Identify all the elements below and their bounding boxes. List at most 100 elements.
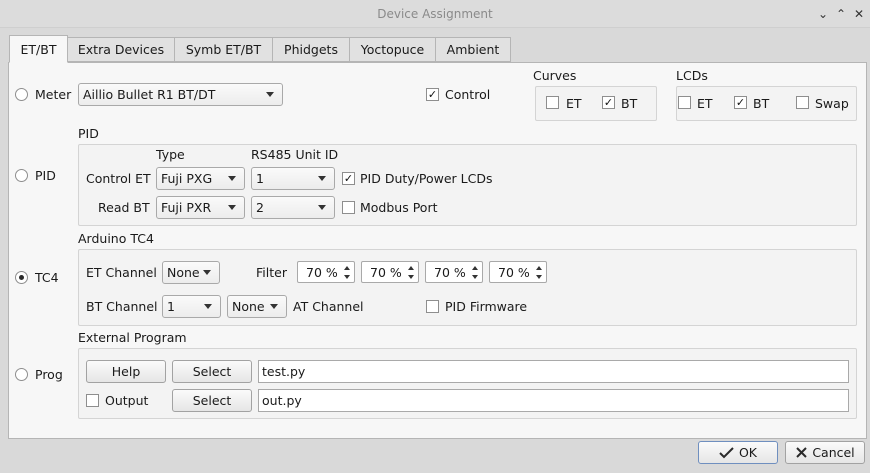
filter-2-spinbox[interactable]: 70 %	[361, 261, 419, 283]
bt-channel-select[interactable]: 1	[162, 295, 221, 318]
output-label: Output	[105, 393, 149, 408]
tab-symb-et-bt[interactable]: Symb ET/BT	[174, 37, 273, 62]
program-path-value: test.py	[262, 364, 306, 379]
et-channel-value: None	[167, 265, 200, 280]
pid-label: PID	[35, 168, 56, 183]
pid-firmware-checkbox[interactable]	[426, 300, 439, 313]
tab-phidgets[interactable]: Phidgets	[272, 37, 350, 62]
pid-unit-header: RS485 Unit ID	[251, 147, 339, 162]
modbus-port-checkbox[interactable]	[342, 201, 355, 214]
control-checkbox[interactable]: ✓	[426, 88, 439, 101]
tab-ambient[interactable]: Ambient	[435, 37, 511, 62]
chevron-down-icon	[318, 205, 326, 210]
tab-extra-devices[interactable]: Extra Devices	[67, 37, 175, 62]
read-bt-type-select[interactable]: Fuji PXR	[156, 196, 245, 219]
filter-3-spinbox[interactable]: 70 %	[425, 261, 483, 283]
maximize-icon[interactable]: ⌃	[833, 6, 849, 22]
cancel-button[interactable]: Cancel	[785, 441, 865, 464]
filter-1-value: 70 %	[306, 265, 338, 280]
minimize-icon[interactable]: ⌄	[815, 6, 831, 22]
control-et-unit-select[interactable]: 1	[251, 167, 335, 190]
ok-check-icon	[719, 446, 734, 458]
filter-1-spinbox[interactable]: 70 %	[297, 261, 355, 283]
read-bt-label: Read BT	[98, 200, 150, 215]
curves-et-checkbox[interactable]	[546, 96, 559, 109]
tc4-group-title: Arduino TC4	[78, 231, 154, 246]
control-et-type-value: Fuji PXG	[161, 171, 213, 186]
bt-channel-value: 1	[167, 299, 175, 314]
program-path-input[interactable]: test.py	[258, 360, 849, 383]
ok-label: OK	[738, 445, 758, 460]
lcds-swap-label: Swap	[815, 96, 849, 111]
bt-channel-label: BT Channel	[86, 299, 158, 314]
chevron-down-icon	[270, 304, 278, 309]
tab-yoctopuce[interactable]: Yoctopuce	[349, 37, 436, 62]
help-button[interactable]: Help	[86, 360, 166, 383]
lcds-bt-label: BT	[753, 96, 770, 111]
meter-device-select[interactable]: Aillio Bullet R1 BT/DT	[78, 83, 283, 106]
et-channel-select[interactable]: None	[162, 261, 220, 284]
pid-duty-lcds-checkbox[interactable]: ✓	[342, 172, 355, 185]
control-et-unit-value: 1	[256, 171, 264, 186]
filter-2-value: 70 %	[370, 265, 402, 280]
spin-up-icon[interactable]	[533, 263, 545, 272]
modbus-port-label: Modbus Port	[360, 200, 438, 215]
chevron-down-icon	[203, 270, 211, 275]
filter-3-value: 70 %	[434, 265, 466, 280]
read-bt-unit-select[interactable]: 2	[251, 196, 335, 219]
curves-bt-checkbox[interactable]: ✓	[602, 96, 615, 109]
chevron-down-icon	[204, 304, 212, 309]
chevron-down-icon	[228, 205, 236, 210]
control-label: Control	[445, 87, 491, 102]
output-path-input[interactable]: out.py	[258, 389, 849, 412]
meter-radio[interactable]	[15, 88, 28, 101]
spin-up-icon[interactable]	[341, 263, 353, 272]
window-title: Device Assignment	[377, 7, 493, 21]
spin-down-icon[interactable]	[341, 272, 353, 281]
lcds-title: LCDs	[676, 68, 708, 83]
prog-label: Prog	[35, 367, 63, 382]
prog-radio[interactable]	[15, 368, 28, 381]
tab-et-bt[interactable]: ET/BT	[9, 35, 68, 63]
pid-duty-lcds-label: PID Duty/Power LCDs	[360, 171, 493, 186]
et-channel-label: ET Channel	[86, 265, 157, 280]
close-icon[interactable]: ✕	[851, 6, 867, 22]
spin-down-icon[interactable]	[469, 272, 481, 281]
lcds-swap-checkbox[interactable]	[796, 96, 809, 109]
read-bt-unit-value: 2	[256, 200, 264, 215]
curves-title: Curves	[533, 68, 577, 83]
lcds-et-checkbox[interactable]	[678, 96, 691, 109]
spin-down-icon[interactable]	[405, 272, 417, 281]
lcds-et-label: ET	[697, 96, 713, 111]
title-bar: Device Assignment ⌄ ⌃ ✕	[0, 0, 870, 28]
control-et-label: Control ET	[86, 171, 151, 186]
output-checkbox[interactable]	[86, 394, 99, 407]
output-path-value: out.py	[262, 393, 302, 408]
at-channel-label: AT Channel	[293, 299, 364, 314]
at-channel-value: None	[232, 299, 265, 314]
curves-bt-label: BT	[621, 96, 638, 111]
pid-radio[interactable]	[15, 169, 28, 182]
meter-device-value: Aillio Bullet R1 BT/DT	[83, 87, 216, 102]
cancel-x-icon	[796, 447, 808, 458]
lcds-bt-checkbox[interactable]: ✓	[734, 96, 747, 109]
ok-button[interactable]: OK	[698, 441, 778, 464]
cancel-label: Cancel	[812, 445, 855, 460]
select-output-button[interactable]: Select	[172, 389, 252, 412]
filter-4-spinbox[interactable]: 70 %	[489, 261, 547, 283]
pid-firmware-label: PID Firmware	[445, 299, 528, 314]
select-program-button[interactable]: Select	[172, 360, 252, 383]
at-channel-select[interactable]: None	[227, 295, 287, 318]
control-et-type-select[interactable]: Fuji PXG	[156, 167, 245, 190]
curves-et-label: ET	[566, 96, 582, 111]
chevron-down-icon	[266, 92, 274, 97]
tc4-radio[interactable]	[15, 271, 28, 284]
prog-group-title: External Program	[78, 330, 187, 345]
tc4-label: TC4	[35, 270, 59, 285]
spin-up-icon[interactable]	[469, 263, 481, 272]
chevron-down-icon	[228, 176, 236, 181]
chevron-down-icon	[318, 176, 326, 181]
spin-up-icon[interactable]	[405, 263, 417, 272]
spin-down-icon[interactable]	[533, 272, 545, 281]
read-bt-type-value: Fuji PXR	[161, 200, 212, 215]
